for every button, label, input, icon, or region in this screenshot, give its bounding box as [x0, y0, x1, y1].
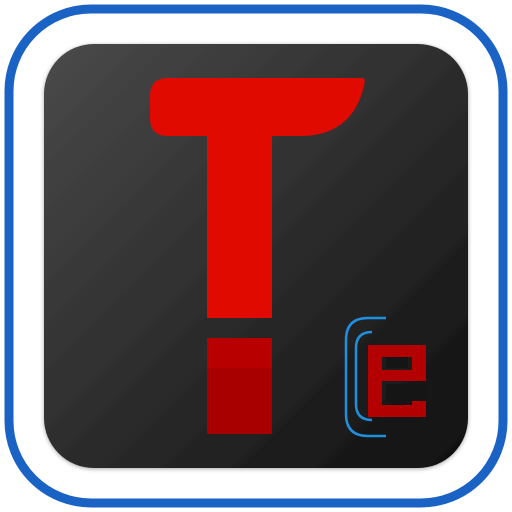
e-glyph-gap — [386, 384, 426, 401]
app-icon[interactable] — [0, 0, 512, 512]
e-glyph-counter — [386, 357, 408, 368]
app-icon-graphic — [4, 4, 508, 508]
letter-t-stem-highlight — [207, 338, 272, 368]
e-glyph-icon — [368, 345, 426, 417]
